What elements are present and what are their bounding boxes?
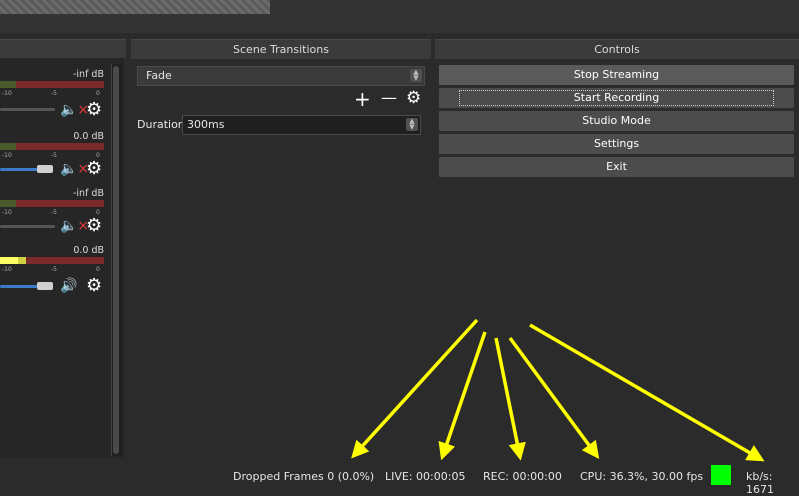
transitions-header: Scene Transitions (131, 39, 431, 59)
dropped-frames-status: Dropped Frames 0 (0.0%) (233, 470, 375, 483)
tick-label: 0 (96, 266, 100, 273)
volume-db-label: 0.0 dB (73, 245, 104, 256)
exit-button[interactable]: Exit (439, 157, 794, 177)
studio-mode-button[interactable]: Studio Mode (439, 111, 794, 131)
stop-streaming-button[interactable]: Stop Streaming (439, 65, 794, 85)
volume-slider[interactable] (0, 168, 40, 171)
tick-label: -5 (51, 209, 57, 216)
volume-db-label: -inf dB (72, 188, 104, 199)
mixer-header (0, 39, 126, 59)
muted-speaker-icon[interactable]: 🔈× (60, 219, 89, 233)
arrow-to-live (438, 331, 487, 461)
scrollbar-thumb[interactable] (113, 66, 119, 454)
add-transition-button[interactable]: + (354, 87, 371, 111)
rec-status: REC: 00:00:00 (483, 470, 562, 483)
transition-select-value: Fade (146, 69, 172, 82)
start-recording-button[interactable]: Start Recording (439, 88, 794, 108)
speaker-icon[interactable]: 🔊 (60, 279, 77, 293)
arrow-to-dropped-frames (351, 318, 479, 459)
slider-knob[interactable] (37, 282, 53, 290)
gear-icon[interactable]: ⚙ (86, 217, 102, 235)
muted-speaker-icon[interactable]: 🔈× (60, 162, 89, 176)
tick-label: 0 (96, 90, 100, 97)
tick-label: -10 (2, 90, 12, 97)
muted-speaker-icon[interactable]: 🔈× (60, 103, 89, 117)
gear-icon[interactable]: ⚙ (406, 89, 421, 107)
tick-label: -5 (51, 90, 57, 97)
remove-transition-button[interactable]: — (381, 88, 397, 107)
arrow-to-cpu (508, 336, 600, 460)
volume-slider[interactable] (0, 285, 40, 288)
gear-icon[interactable]: ⚙ (86, 277, 102, 295)
volume-meter (0, 200, 104, 207)
preview-image (0, 0, 270, 14)
gear-icon[interactable]: ⚙ (86, 101, 102, 119)
volume-slider[interactable] (0, 225, 55, 228)
volume-db-label: 0.0 dB (73, 131, 104, 142)
tick-label: -5 (51, 152, 57, 159)
tick-label: -10 (2, 266, 12, 273)
spinner-icon[interactable]: ▲ ▼ (406, 118, 418, 131)
stream-health-indicator (711, 465, 731, 485)
arrow-to-rec (494, 337, 526, 461)
tick-label: -10 (2, 152, 12, 159)
slider-knob[interactable] (37, 165, 53, 173)
gear-icon[interactable]: ⚙ (86, 160, 102, 178)
volume-meter (0, 81, 104, 88)
duration-label: Duration (137, 118, 185, 131)
controls-header: Controls (435, 39, 799, 59)
tick-label: -10 (2, 209, 12, 216)
volume-db-label: -inf dB (72, 69, 104, 80)
arrow-to-bitrate (529, 323, 765, 462)
duration-field[interactable]: 300ms ▲ ▼ (182, 115, 421, 135)
volume-meter (0, 257, 104, 264)
volume-meter (0, 143, 104, 150)
tick-label: -5 (51, 266, 57, 273)
cpu-status: CPU: 36.3%, 30.00 fps (580, 470, 704, 483)
settings-button[interactable]: Settings (439, 134, 794, 154)
duration-value: 300ms (187, 118, 225, 131)
bitrate-status: kb/s: 1671 (746, 470, 774, 496)
live-status: LIVE: 00:00:05 (385, 470, 466, 483)
transition-select[interactable]: Fade ▲ ▼ (137, 66, 425, 86)
volume-slider[interactable] (0, 108, 55, 111)
chevron-updown-icon: ▲ ▼ (410, 69, 422, 82)
start-recording-label: Start Recording (459, 90, 774, 106)
